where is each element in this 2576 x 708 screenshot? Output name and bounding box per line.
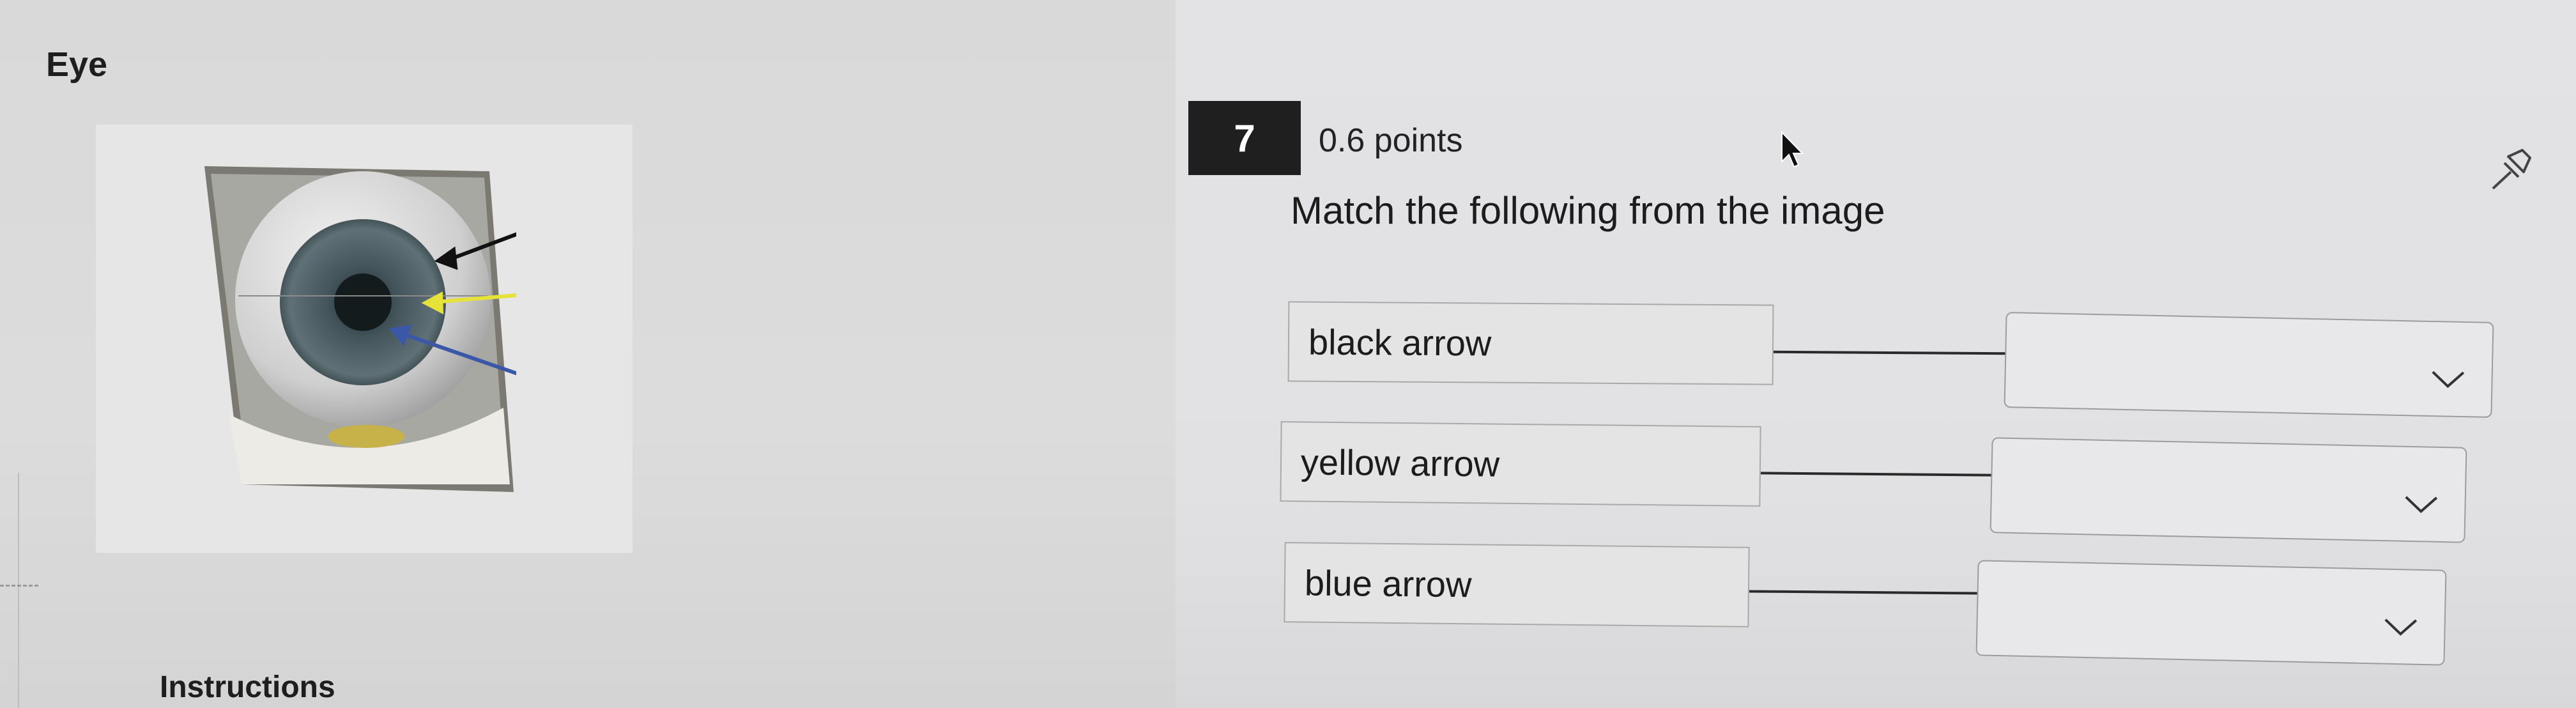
chevron-down-icon[interactable] [2403,493,2439,516]
question-points: 0.6 points [1319,122,1463,159]
match-select-yellow-arrow[interactable] [1989,437,2467,543]
eye-photo-frame [204,166,514,492]
section-title: Eye [46,45,108,84]
dashed-divider [0,585,38,587]
left-edge-border [0,473,19,708]
match-prompt-blue-arrow: blue arrow [1284,542,1750,627]
match-select-black-arrow[interactable] [2004,312,2494,418]
eye-image [204,166,516,492]
pin-icon[interactable] [2485,144,2536,195]
instructions-heading: Instructions [160,670,335,704]
chevron-down-icon[interactable] [2382,616,2419,638]
mouse-cursor-icon [1781,131,1804,168]
match-prompt-yellow-arrow: yellow arrow [1280,421,1761,507]
question-number: 7 [1188,101,1301,175]
match-select-blue-arrow[interactable] [1975,560,2447,666]
question-text: Match the following from the image [1291,189,1885,232]
match-prompt-black-arrow: black arrow [1287,301,1774,385]
chevron-down-icon[interactable] [2430,368,2466,390]
